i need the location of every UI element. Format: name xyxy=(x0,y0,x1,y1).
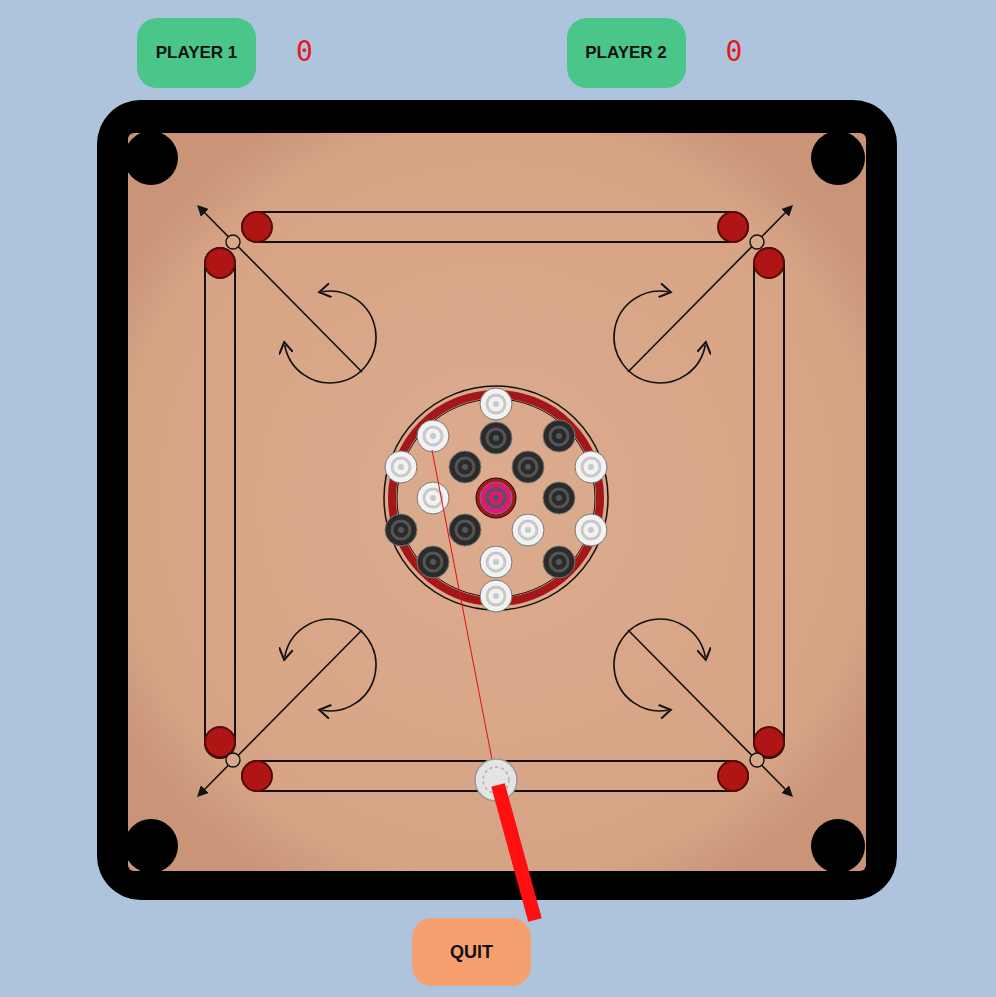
coin xyxy=(449,451,481,483)
coin xyxy=(417,420,449,452)
coin xyxy=(449,514,481,546)
pocket xyxy=(811,819,865,873)
corner-marking xyxy=(201,209,376,383)
coin xyxy=(480,388,512,420)
pocket xyxy=(124,131,178,185)
player-panel: PLAYER 2 0 xyxy=(567,18,996,88)
carrom-screen: PLAYER 1 0 PLAYER 2 0 QUIT xyxy=(0,0,996,997)
board-surface[interactable] xyxy=(97,100,897,900)
footer: QUIT xyxy=(0,900,996,986)
coin xyxy=(385,514,417,546)
corner-marking xyxy=(201,619,376,793)
aim-line xyxy=(432,450,496,780)
coin xyxy=(417,482,449,514)
player-score: 0 xyxy=(296,38,313,66)
pocket xyxy=(811,131,865,185)
coin xyxy=(417,546,449,578)
corner-marking xyxy=(614,209,789,383)
player-panel: PLAYER 1 0 xyxy=(137,18,567,88)
coin xyxy=(575,451,607,483)
player-badge: PLAYER 2 xyxy=(567,18,686,88)
coin xyxy=(385,451,417,483)
coin xyxy=(480,546,512,578)
corner-marking xyxy=(614,619,789,793)
center-circle xyxy=(384,386,608,610)
coin xyxy=(575,514,607,546)
baselines xyxy=(205,212,784,791)
coin xyxy=(480,580,512,612)
coin xyxy=(543,482,575,514)
quit-button[interactable]: QUIT xyxy=(412,918,531,986)
score-bar: PLAYER 1 0 PLAYER 2 0 xyxy=(0,0,996,88)
pocket xyxy=(124,819,178,873)
cue-stick[interactable] xyxy=(498,785,535,920)
coin xyxy=(512,451,544,483)
coin xyxy=(512,514,544,546)
coin xyxy=(480,422,512,454)
coin xyxy=(543,546,575,578)
carrom-board[interactable] xyxy=(97,100,897,900)
coin xyxy=(543,420,575,452)
board-wood xyxy=(128,133,866,871)
coin xyxy=(480,482,512,514)
player-badge: PLAYER 1 xyxy=(137,18,256,88)
player-score: 0 xyxy=(726,38,743,66)
